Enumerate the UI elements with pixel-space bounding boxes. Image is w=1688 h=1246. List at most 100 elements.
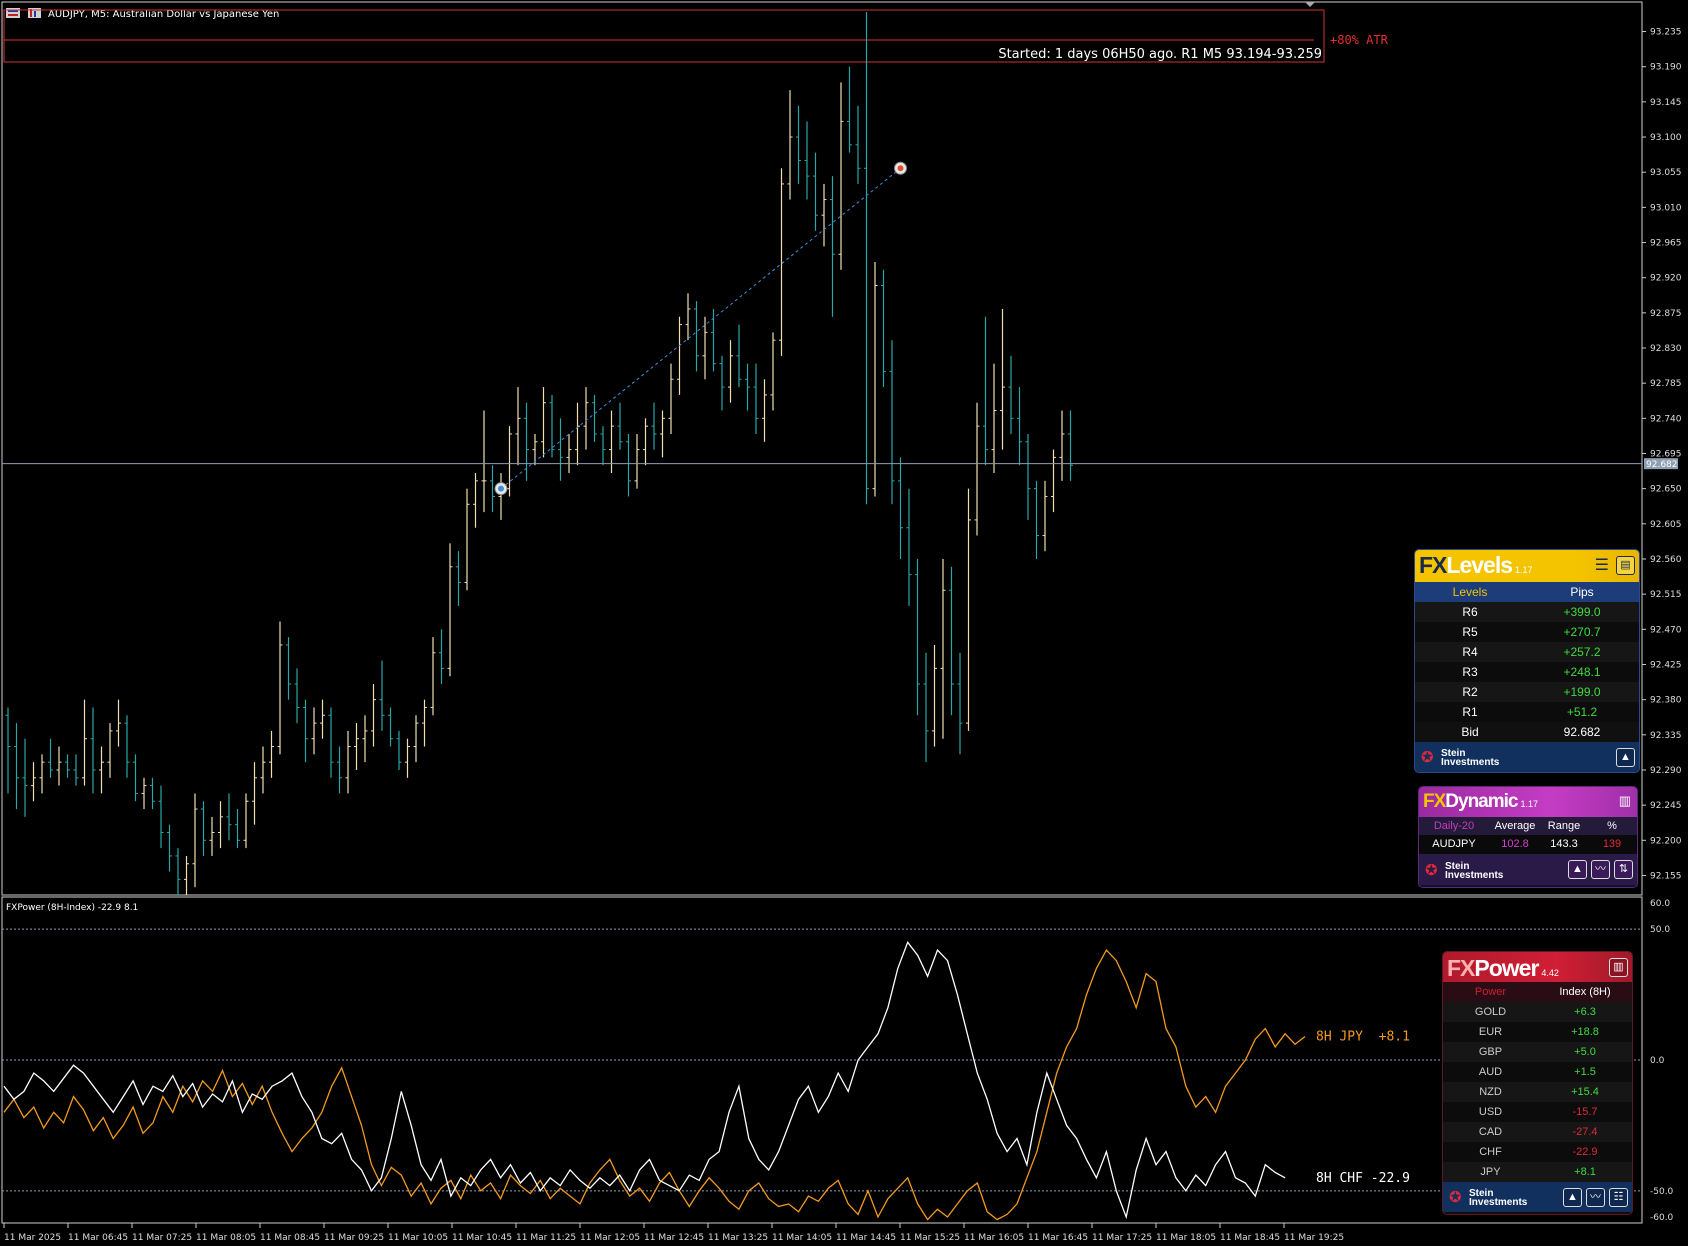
fxpower-panel[interactable]: FXPower 4.42 ▥ Power Index (8H) GOLD +6.3 E… (1442, 951, 1633, 1215)
chf-line-label: 8H CHF -22.9 (1316, 1171, 1410, 1186)
time-tick-label: 11 Mar 08:45 (260, 1233, 320, 1243)
dyn-pct: 139 (1602, 838, 1622, 850)
price-tick-label: 92.785 (1650, 379, 1682, 389)
fxlevels-header[interactable]: FXLevels 1.17 ☰ ▤ (1415, 550, 1639, 582)
candle (949, 566, 954, 716)
candles (5, 12, 1073, 895)
price-tick-label: 92.740 (1650, 414, 1682, 424)
candle (651, 402, 657, 450)
currency-name: CAD (1478, 1126, 1503, 1138)
price-tick-label: 92.920 (1650, 274, 1682, 284)
candle (311, 707, 317, 755)
level-name: R2 (1462, 685, 1478, 699)
chart-icon[interactable]: 〰 (1586, 1188, 1605, 1207)
candle (345, 730, 351, 794)
currency-index: +15.4 (1571, 1086, 1599, 1098)
time-axis: 11 Mar 2025 11 Mar 06:45 11 Mar 07:25 11 Ma… (3, 1223, 1344, 1243)
price-tick-label: 93.145 (1650, 98, 1682, 108)
candle (447, 543, 453, 677)
fxdynamic-header[interactable]: FXDynamic 1.17 ▥ (1419, 787, 1637, 817)
indicator-tick-label: 0.0 (1650, 1056, 1665, 1066)
start-marker-icon[interactable] (494, 482, 508, 496)
bars-icon[interactable]: ▥ (1619, 793, 1631, 809)
level-pips: +51.2 (1566, 705, 1598, 719)
price-tick-label: 92.650 (1650, 485, 1682, 495)
settings-icon[interactable]: ▤ (1616, 556, 1635, 575)
currency-name: NZD (1479, 1086, 1502, 1098)
candle (260, 746, 266, 794)
candle (1051, 449, 1056, 513)
end-marker-icon[interactable] (894, 161, 907, 175)
level-pips: +270.7 (1563, 625, 1601, 639)
candle (320, 699, 325, 739)
price-tick-label: 93.055 (1650, 168, 1682, 178)
alert-icon[interactable]: ▲ (1568, 860, 1587, 879)
dyn-symbol: AUDJPY (1432, 838, 1476, 850)
price-axis: 93.235 93.190 93.145 93.100 93.055 93.010 92.9… (1642, 28, 1682, 881)
level-pips: +248.1 (1563, 665, 1601, 679)
candle (48, 738, 53, 778)
scroll-marker-icon[interactable] (1305, 2, 1315, 7)
level-name: R5 (1462, 625, 1478, 639)
candle (167, 824, 172, 872)
swap-icon[interactable]: ⇅ (1614, 860, 1633, 879)
alert-icon[interactable]: ▲ (1563, 1188, 1582, 1207)
candle (277, 621, 283, 755)
price-tick-label: 92.155 (1650, 871, 1682, 881)
time-tick-label: 11 Mar 14:05 (772, 1233, 832, 1243)
candle (1059, 410, 1065, 481)
svg-text:92.682: 92.682 (1646, 460, 1678, 470)
candle (158, 785, 164, 849)
time-tick-label: 11 Mar 2025 (4, 1233, 61, 1243)
candle (243, 793, 249, 849)
window-title: AUDJPY, M5: Australian Dollar vs Japanes… (48, 9, 279, 20)
price-tick-label: 92.605 (1650, 520, 1682, 530)
fxdynamic-fx: FX (1423, 791, 1446, 812)
candle (1000, 308, 1005, 450)
candle (728, 340, 733, 403)
candle (600, 426, 606, 466)
candle (473, 473, 478, 528)
candle (39, 754, 45, 794)
fxlevels-row: R1 +51.2 (1415, 702, 1639, 722)
col-index: Index (8H) (1559, 986, 1611, 998)
currency-name: USD (1478, 1106, 1503, 1118)
fxpower-footer: ✪ Stein Investments ▲ 〰 ☷ (1443, 1182, 1632, 1212)
candle (864, 12, 869, 505)
candle (99, 746, 104, 794)
fxlevels-panel[interactable]: FXLevels 1.17 ☰ ▤ Levels Pips R6 +399.0 R5 +… (1414, 549, 1640, 773)
fxpower-row: GBP +5.0 (1443, 1042, 1632, 1062)
bars-icon[interactable]: ▥ (1609, 958, 1628, 977)
candle (541, 387, 546, 458)
list-icon[interactable]: ☷ (1609, 1188, 1628, 1207)
currency-name: GBP (1478, 1046, 1503, 1058)
fxpower-row: EUR +18.8 (1443, 1022, 1632, 1042)
candle (481, 410, 487, 513)
candle (65, 754, 70, 778)
time-tick-label: 11 Mar 12:45 (644, 1233, 704, 1243)
candle (719, 355, 725, 411)
fxlevels-row: R2 +199.0 (1415, 682, 1639, 702)
fxpower-header[interactable]: FXPower 4.42 ▥ (1443, 952, 1632, 982)
alert-icon[interactable]: ▲ (1616, 748, 1635, 767)
candle (362, 715, 368, 763)
brand-investments: Investments (1441, 757, 1500, 768)
price-tick-label: 92.425 (1650, 660, 1682, 670)
candle (855, 105, 861, 184)
candle (898, 457, 903, 559)
candle (1008, 355, 1014, 434)
chart-icon[interactable]: 〰 (1591, 860, 1610, 879)
bid-value: 92.682 (1563, 725, 1601, 739)
candle (1017, 387, 1022, 466)
hamburger-icon[interactable]: ☰ (1595, 558, 1609, 574)
level-pips: +199.0 (1563, 685, 1601, 699)
currency-name: GOLD (1474, 1006, 1507, 1018)
bid-price-tag: 92.682 (1644, 458, 1678, 470)
candle (889, 340, 895, 505)
fxdynamic-panel[interactable]: FXDynamic 1.17 ▥ Daily-20 Average Range %… (1418, 786, 1638, 888)
price-tick-label: 92.245 (1650, 801, 1682, 811)
currency-name: EUR (1478, 1026, 1503, 1038)
time-tick-label: 11 Mar 18:45 (1220, 1233, 1280, 1243)
fxpower-row: CAD -27.4 (1443, 1122, 1632, 1142)
currency-index: +5.0 (1574, 1046, 1596, 1058)
